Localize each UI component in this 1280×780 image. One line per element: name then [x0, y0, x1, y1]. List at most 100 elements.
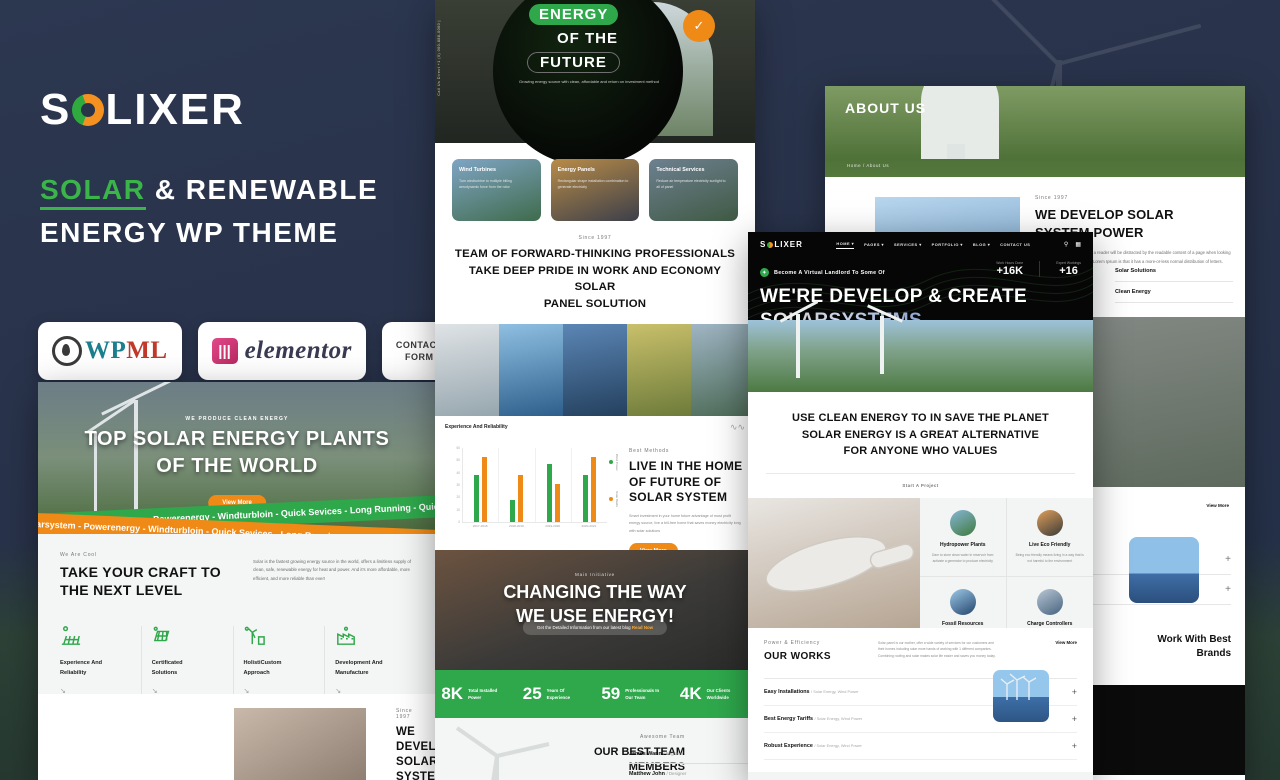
panel-b-dark-pill-link[interactable]: Read Now [632, 625, 653, 630]
panel-d-works-section: Power & Efficiency OUR WORKS Solar panel… [748, 627, 1093, 772]
chart-y-axis: 60 50 40 30 20 10 0 [447, 446, 461, 525]
hydropower-icon [949, 509, 976, 536]
panel-a-feature-3-title: Development And Manufacture [335, 660, 383, 676]
stat-value: +16 [1059, 265, 1078, 277]
panel-a-feature-2[interactable]: HolistiCustom Approach ↘ [234, 626, 326, 695]
team-member-1[interactable]: Matthew John / Designer [629, 764, 749, 780]
panel-a-hero-title-l1: TOP SOLAR ENERGY PLANTS [84, 428, 390, 450]
work-item-2[interactable]: Robust Experience / Solar Energy, Wind P… [764, 733, 1077, 760]
stat-item-0: 8K Total Installed Power [441, 684, 510, 704]
nav-item-home[interactable]: HOME ▾ [836, 241, 855, 249]
grid-menu-icon[interactable]: ▦ [1075, 241, 1081, 248]
plus-icon[interactable]: + [1225, 584, 1231, 595]
panel-d-section-title-l3: FOR ANYONE WHO VALUES [843, 445, 998, 457]
panel-d-note: ✦ Become A Virtual Landlord To Some Of [760, 268, 885, 277]
gallery-image-3[interactable] [627, 324, 691, 417]
panel-b-section-title-l1: TEAM OF FORWARD-THINKING PROFESSIONALS [454, 248, 736, 260]
panel-c-brands-title: Work With Best Brands [1157, 634, 1231, 659]
chart-bar-0-2 [546, 464, 552, 523]
energy-bar-chart: 60 50 40 30 20 10 0 2017-2018 2018-2019 2019-202… [447, 446, 619, 536]
plus-icon[interactable]: + [1225, 554, 1231, 565]
panel-c-eyebrow: Since 1997 [1035, 195, 1069, 201]
gallery-image-1[interactable] [499, 324, 563, 417]
panel-a-craft-section: We Are Cool TAKE YOUR CRAFT TO THE NEXT … [38, 534, 436, 695]
tagline-rest: & RENEWABLE [154, 174, 379, 205]
panel-b-card-1[interactable]: Energy Panels Rectangular shape installa… [550, 159, 640, 221]
panel-d-feature-title: Fossil Resources [942, 621, 984, 627]
panel-c-list-item-1[interactable]: Clean Energy [1115, 282, 1233, 303]
panel-b-hero-k1: ENERGY [529, 4, 619, 25]
panel-d-nav-menu: HOME ▾ PAGES ▾ SERVICES ▾ PORTFOLIO ▾ BLOG ▾… [836, 241, 1030, 249]
search-icon[interactable]: ⚲ [1064, 241, 1068, 248]
panel-b-hero: Call Us Direct +1 (0) 000-888-0000 | ✓ E… [435, 0, 755, 166]
team-member-0[interactable]: James Wann / Engineer [629, 744, 749, 765]
work-item-name: Robust Experience / Solar Energy, Wind P… [764, 742, 862, 749]
panel-b-chart-title: LIVE IN THE HOME OF FUTURE OF SOLAR SYSTEM [629, 459, 743, 505]
screenshot-panel-homepage-center[interactable]: Call Us Direct +1 (0) 000-888-0000 | ✓ E… [435, 0, 755, 780]
chart-x-tick-labels: 2017-2018 2018-2019 2019-2020 2020-2021 [462, 524, 607, 528]
panel-d-feature-1[interactable]: Live Eco Friendly Being eco friendly mean… [1006, 498, 1093, 577]
brand-logo: S LIXER [40, 88, 245, 132]
panel-a-footer-section: Since 1997 WE DEVELOP SOLARSYSTEM POWER … [38, 694, 436, 780]
nav-item-blog[interactable]: BLOG ▾ [973, 242, 990, 247]
gallery-image-2[interactable] [563, 324, 627, 417]
panel-b-card-2-title: Technical Services [656, 167, 705, 173]
panel-a-feature-row: Experience And Reliability ↘ Certificated… [60, 626, 416, 695]
elementor-logo-icon: ||| [211, 338, 238, 364]
panel-d-works-more-link[interactable]: View More [1055, 640, 1077, 645]
panel-a-section-title-l2: THE NEXT LEVEL [60, 582, 183, 599]
panel-d-start-project-link[interactable]: Start A Project [766, 483, 1075, 488]
work-item-meta: / Solar Energy, Wind Power [814, 715, 863, 721]
stat-value: +16K [996, 265, 1024, 277]
panel-b-side-phone: Call Us Direct +1 (0) 000-888-0000 | [437, 20, 441, 96]
nav-item-portfolio[interactable]: PORTFOLIO ▾ [932, 242, 963, 247]
panel-b-team-section: Awesome Team OUR BEST TEAMMEMBERS ☃ ↗ Ja… [435, 718, 755, 780]
chart-legend: Wind Power Solar Watts [609, 454, 633, 527]
nav-item-pages[interactable]: PAGES ▾ [864, 242, 884, 247]
screenshot-panel-homepage-left[interactable]: WE PRODUCE CLEAN ENERGY TOP SOLAR ENERGY… [38, 382, 436, 780]
panel-a-feature-3[interactable]: Development And Manufacture ↘ [325, 626, 416, 695]
panel-c-list-item-0[interactable]: Solar Solutions [1115, 261, 1233, 282]
panel-b-dark-pill[interactable]: Get the Detailed Information from our la… [522, 620, 668, 636]
panel-d-professionals-section: MEET THE PROFESSIONALS Welcome to the Ab… [748, 771, 1093, 780]
panel-d-section-title-l1: USE CLEAN ENERGY TO IN SAVE THE PLANET [792, 412, 1049, 424]
panel-d-feature-title: Live Eco Friendly [1029, 541, 1071, 548]
panel-a-feature-1[interactable]: Certificated Solutions ↘ [142, 626, 234, 695]
badge-elementor: ||| elementor [197, 322, 366, 380]
chart-legend-label: Solar Watts [615, 490, 619, 507]
stat-label: Our Clients Worldwide [706, 687, 731, 701]
screenshot-panel-dark-homepage[interactable]: S LIXER HOME ▾ PAGES ▾ SERVICES ▾ PORTFOLIO … [748, 232, 1093, 780]
leaf-badge-icon: ✦ [760, 268, 769, 277]
panel-d-feature-0[interactable]: Hydropower Plants Dam to store clean wate… [920, 497, 1007, 577]
plus-icon[interactable]: + [1072, 687, 1077, 697]
badge-elementor-label: elementor [244, 337, 352, 364]
chart-y-tick: 30 [456, 483, 460, 488]
gallery-image-4[interactable] [691, 324, 755, 417]
panel-b-hero-k2: OF THE [557, 30, 618, 47]
panel-a-feature-0[interactable]: Experience And Reliability ↘ [60, 626, 142, 695]
chart-y-tick: 0 [458, 520, 460, 525]
nav-item-services[interactable]: SERVICES ▾ [894, 242, 922, 247]
panel-a-hero-title: TOP SOLAR ENERGY PLANTS OF THE WORLD [38, 426, 436, 480]
work-item-name: Easy Installations / Solar Energy, Wind … [764, 688, 859, 695]
chart-x-tick: 2019-2020 [545, 524, 561, 529]
breadcrumb-separator: / [862, 163, 865, 168]
panel-b-card-0[interactable]: Wind Turbines Turn windturbine to multip… [452, 159, 541, 221]
panel-b-card-2[interactable]: Technical Services Reduce air temperatur… [649, 159, 739, 221]
stat-label: Years Of Experience [546, 687, 571, 701]
panel-a-section-title-l1: TAKE YOUR CRAFT TO [60, 564, 221, 580]
plus-icon[interactable]: + [1072, 741, 1077, 751]
badge-cf7-line2: FORM [404, 352, 434, 362]
stat-value: 25 [522, 684, 542, 704]
panel-c-accordion-more[interactable]: View More [1206, 503, 1229, 508]
chart-bar-0-0 [474, 475, 480, 523]
panel-d-logo[interactable]: S LIXER [760, 240, 803, 249]
plus-icon[interactable]: + [1072, 714, 1077, 724]
breadcrumb-home[interactable]: Home [847, 163, 861, 168]
panel-b-team-eyebrow: Awesome Team [640, 734, 685, 741]
panel-a-footer-title: WE DEVELOP SOLARSYSTEM POWER [396, 726, 436, 780]
panel-b-section-title-l3: PANEL SOLUTION [543, 297, 647, 310]
nav-item-contact-us[interactable]: CONTACT US [1000, 242, 1030, 247]
panel-b-gallery-bar: Experience And Reliability ∿∿ [435, 416, 755, 439]
gallery-image-0[interactable] [435, 324, 499, 417]
